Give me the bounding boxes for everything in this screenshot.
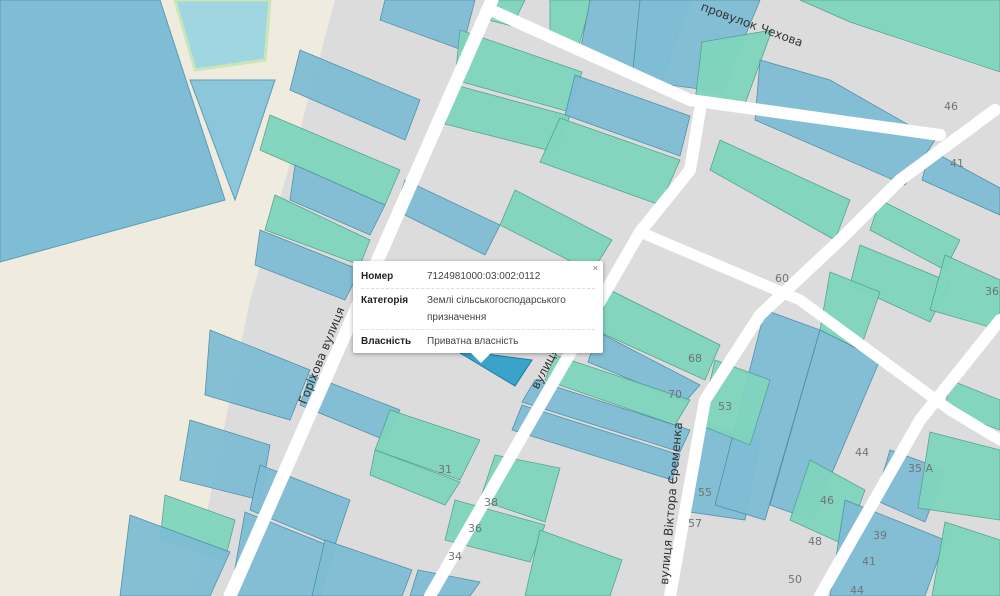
house-number: 35 A — [908, 462, 933, 475]
house-number: 39 — [873, 529, 887, 542]
parcel — [499, 189, 613, 273]
house-number: 41 — [950, 157, 964, 170]
popup-row-category: Категорія Землі сільськогосподарського п… — [361, 289, 595, 330]
parcel — [709, 139, 851, 241]
house-number: 70 — [668, 388, 682, 401]
house-number: 60 — [775, 272, 789, 285]
house-number: 50 — [788, 573, 802, 586]
parcel — [917, 431, 1000, 521]
house-number: 57 — [688, 517, 702, 530]
parcel — [311, 539, 413, 596]
parcel-info-popup: × Номер 7124981000:03:002:0112 Категорія… — [353, 261, 603, 363]
close-icon[interactable]: × — [593, 263, 598, 273]
parcel — [524, 529, 623, 596]
house-number: 46 — [944, 100, 958, 113]
house-number: 34 — [448, 550, 462, 563]
field-label: Категорія — [361, 295, 409, 306]
house-number: 53 — [718, 400, 732, 413]
house-number: 36 — [468, 522, 482, 535]
house-number: 48 — [808, 535, 822, 548]
house-number: 41 — [862, 555, 876, 568]
house-number: 44 — [850, 584, 864, 596]
popup-row-ownership: Власність Приватна власність — [361, 330, 595, 353]
house-number: 46 — [820, 494, 834, 507]
house-number: 55 — [698, 486, 712, 499]
cadastral-number: 7124981000:03:002:0112 — [427, 271, 541, 282]
house-number: 38 — [484, 496, 498, 509]
house-number: 68 — [688, 352, 702, 365]
field-label: Номер — [361, 271, 394, 282]
field-label: Власність — [361, 336, 412, 347]
house-number: 36 — [985, 285, 999, 298]
popup-row-number: Номер 7124981000:03:002:0112 — [361, 265, 595, 289]
parcel — [289, 49, 421, 141]
selected-parcel[interactable] — [454, 349, 533, 387]
parcel — [931, 521, 1000, 596]
house-number: 44 — [855, 446, 869, 459]
parcel — [799, 0, 1000, 73]
ownership-type: Приватна власність — [427, 336, 519, 347]
land-category: Землі сільськогосподарського призначення — [427, 295, 566, 323]
house-number: 31 — [438, 463, 452, 476]
